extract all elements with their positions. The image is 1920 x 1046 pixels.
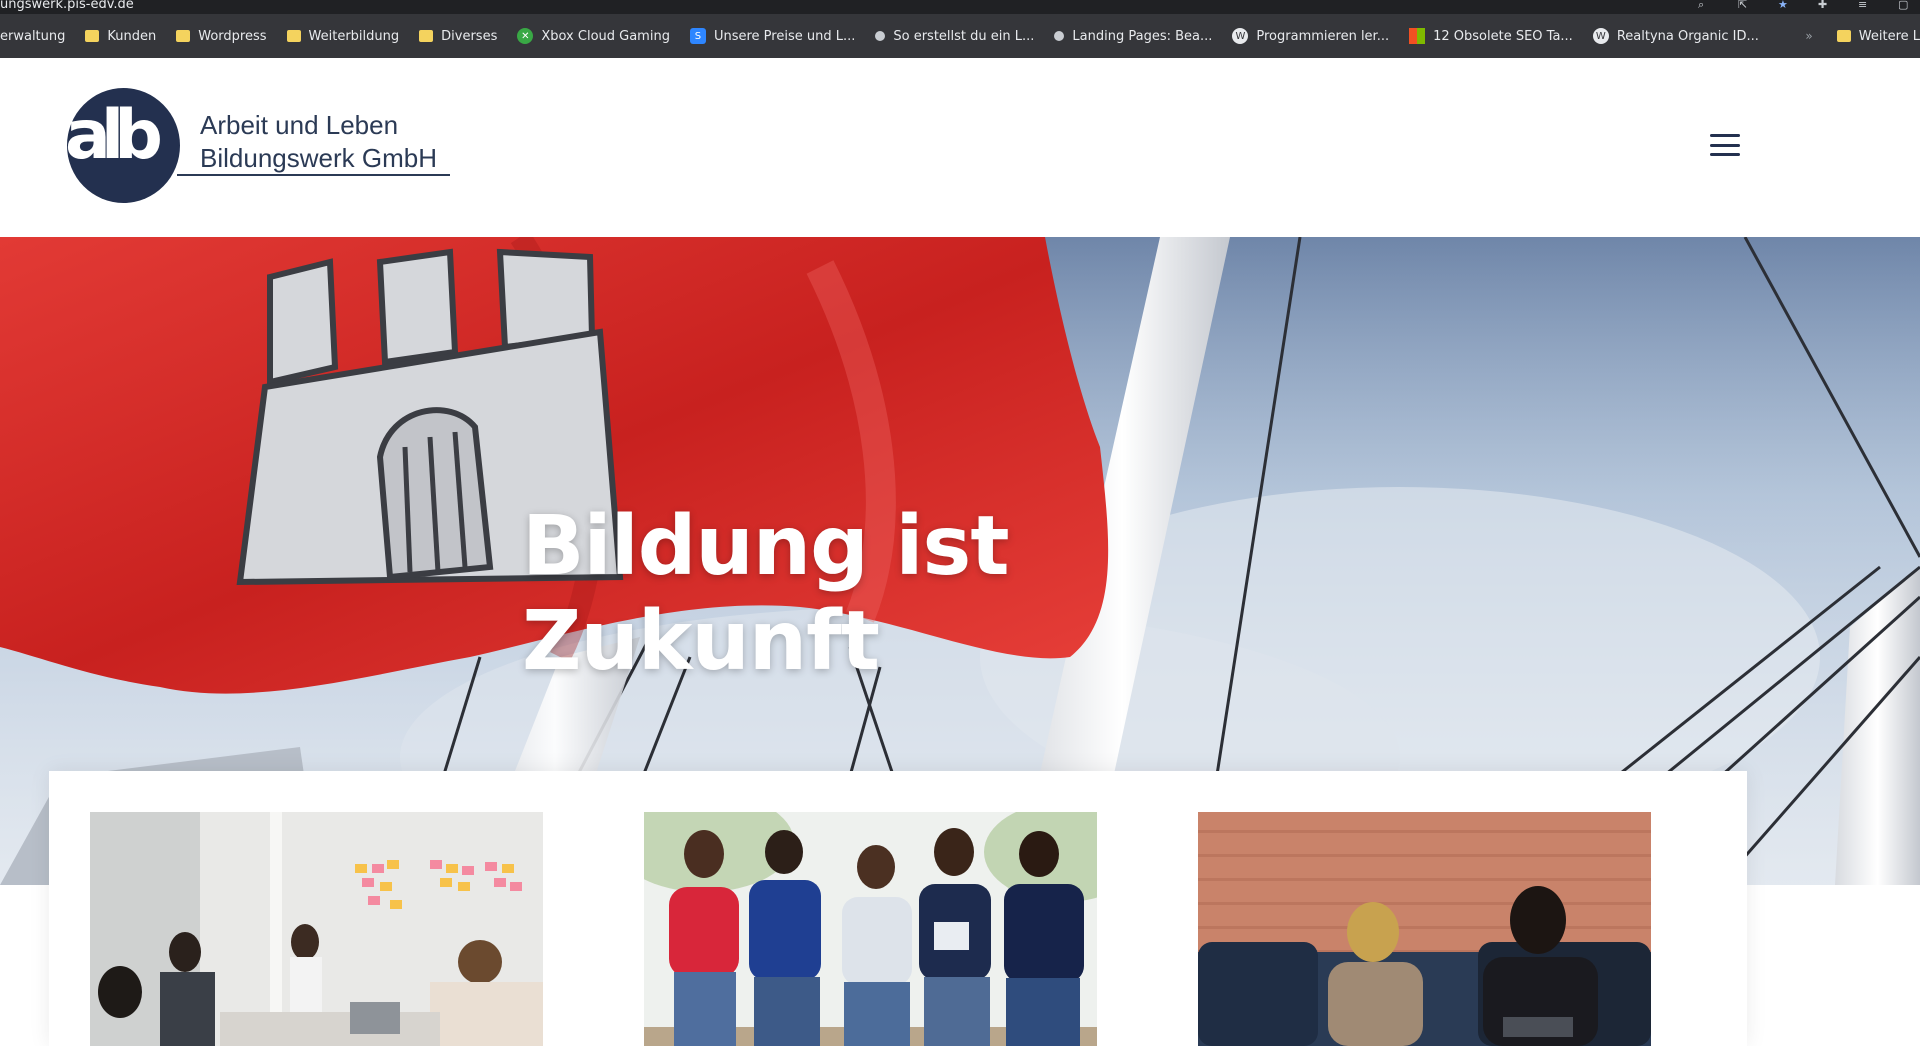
two-women-photo <box>1198 812 1651 1046</box>
team-meeting-photo <box>90 812 543 1046</box>
hamburger-bar <box>1710 134 1740 137</box>
bookmark-folder[interactable]: Kunden <box>75 14 166 58</box>
bookmark-folder[interactable]: Weiterbildung <box>277 14 410 58</box>
address-bar-url[interactable]: ungswerk.pis-edv.de <box>0 0 134 11</box>
logo-text-line1: Arbeit und Leben <box>200 110 399 140</box>
more-bookmarks-chevron[interactable]: » <box>1791 29 1826 43</box>
folder-icon <box>419 30 434 42</box>
folder-icon <box>286 30 301 42</box>
logo-letters: alb <box>65 96 163 175</box>
bookmark-item[interactable]: So erstellst du ein L... <box>865 14 1044 58</box>
bookmark-item[interactable]: erwaltung <box>0 14 75 58</box>
hamburger-bar <box>1710 153 1740 156</box>
bookmark-label: Wordpress <box>198 28 267 44</box>
logo-underline <box>177 174 450 176</box>
hamburger-bar <box>1710 143 1740 147</box>
microsoft-icon <box>1409 28 1426 44</box>
bookmark-folder[interactable]: Wordpress <box>166 14 276 58</box>
site-header: alb Arbeit und Leben Bildungswerk GmbH <box>0 58 1920 237</box>
card-image-group-people[interactable] <box>644 812 1097 1046</box>
bookmark-item[interactable]: ✕ Xbox Cloud Gaming <box>507 14 680 58</box>
hamburger-menu-icon[interactable] <box>1710 134 1740 156</box>
logo-text-line2: Bildungswerk GmbH <box>200 143 437 173</box>
bookmark-item[interactable]: S Unsere Preise und L... <box>680 14 865 58</box>
bookmark-folder[interactable]: Diverses <box>409 14 507 58</box>
bookmark-label: erwaltung <box>0 28 66 44</box>
bookmark-label: Xbox Cloud Gaming <box>541 28 670 44</box>
card-image-team-meeting[interactable] <box>90 812 543 1046</box>
zoom-icon[interactable]: ⌕ <box>1698 0 1710 10</box>
site-s-icon: S <box>689 28 706 44</box>
bookmark-item[interactable]: 12 Obsolete SEO Ta... <box>1399 14 1583 58</box>
bookmark-label: Kunden <box>107 28 157 44</box>
bookmark-item[interactable]: Landing Pages: Bea... <box>1044 14 1222 58</box>
window-icon[interactable]: ▢ <box>1898 0 1910 10</box>
other-bookmarks-folder[interactable]: Weitere L <box>1827 14 1920 58</box>
bookmark-label: Diverses <box>441 28 498 44</box>
bookmark-item[interactable]: W Programmieren ler... <box>1222 14 1399 58</box>
browser-address-strip: ungswerk.pis-edv.de ⌕ ⇱ ★ ✚ ≡ ▢ <box>0 0 1920 14</box>
share-icon[interactable]: ⇱ <box>1738 0 1750 10</box>
bookmark-item[interactable]: W Realtyna Organic ID... <box>1583 14 1769 58</box>
bookmark-label: Programmieren ler... <box>1256 28 1390 44</box>
folder-icon <box>176 30 191 42</box>
bookmark-label: Landing Pages: Bea... <box>1072 28 1213 44</box>
wordpress-icon: W <box>1232 28 1249 44</box>
site-logo[interactable]: alb Arbeit und Leben Bildungswerk GmbH <box>65 88 467 208</box>
bookmark-label: 12 Obsolete SEO Ta... <box>1433 28 1573 44</box>
globe-icon <box>875 31 886 41</box>
bookmark-label: Weitere L <box>1858 28 1920 44</box>
media-icon[interactable]: ≡ <box>1858 0 1870 10</box>
bookmarks-bar: erwaltung Kunden Wordpress Weiterbildung… <box>0 14 1920 58</box>
extensions-icon[interactable]: ✚ <box>1818 0 1830 10</box>
folder-icon <box>1836 30 1851 42</box>
xbox-icon: ✕ <box>517 28 534 44</box>
bookmark-label: So erstellst du ein L... <box>893 28 1035 44</box>
bookmark-star-icon[interactable]: ★ <box>1778 0 1790 10</box>
bookmark-label: Realtyna Organic ID... <box>1616 28 1759 44</box>
bookmark-label: Weiterbildung <box>308 28 400 44</box>
group-people-photo <box>644 812 1097 1046</box>
card-image-two-women[interactable] <box>1198 812 1651 1046</box>
browser-toolbar-icons: ⌕ ⇱ ★ ✚ ≡ ▢ <box>1698 0 1910 14</box>
bookmark-label: Unsere Preise und L... <box>713 28 856 44</box>
globe-icon <box>1054 31 1065 41</box>
folder-icon <box>85 30 100 42</box>
wordpress-icon: W <box>1592 28 1609 44</box>
hero-title: Bildung ist Zukunft <box>522 499 1010 689</box>
